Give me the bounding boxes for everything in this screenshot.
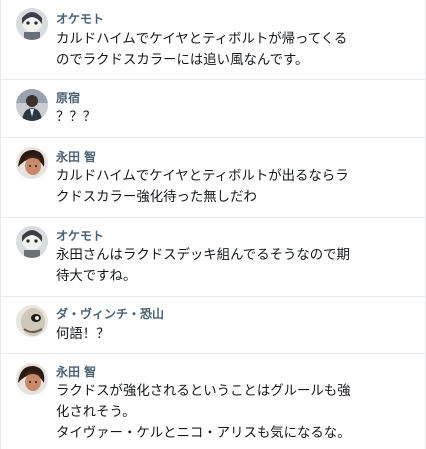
- message-line: カルドハイムでケイヤとティボルトが出るならラ: [56, 169, 349, 184]
- author-name[interactable]: 永田 智: [56, 149, 96, 165]
- comment-item: ダ・ヴィンチ・恐山 何語！？: [1, 297, 425, 354]
- person-suit-avatar-icon: [16, 89, 48, 121]
- avatar[interactable]: [16, 147, 48, 179]
- message-line: 待大ですね。: [56, 269, 137, 284]
- comment-item: オケモト カルドハイムでケイヤとティボルトが帰ってくる のでラクドスカラーには追…: [1, 0, 425, 80]
- author-name[interactable]: 永田 智: [56, 364, 96, 380]
- author-name[interactable]: ダ・ヴィンチ・恐山: [56, 306, 164, 322]
- author-name[interactable]: オケモト: [56, 228, 104, 244]
- dark-haired-person-avatar-icon: [16, 147, 48, 179]
- avatar[interactable]: [16, 363, 48, 395]
- comment-item: 原宿 ？？？: [1, 80, 425, 138]
- comment-item: 永田 智 ラクドスが強化されるということはグルールも強 化されそう。 タイヴァー…: [1, 354, 425, 449]
- avatar[interactable]: [16, 89, 48, 121]
- message-text: カルドハイムでケイヤとティボルトが帰ってくる のでラクドスカラーには追い風なんで…: [56, 29, 417, 71]
- comment-item: 永田 智 カルドハイムでケイヤとティボルトが出るならラ クドスカラー強化待った無…: [1, 138, 425, 218]
- message-line: 永田さんはラクドスデッキ組んでるそうなので期: [56, 248, 350, 263]
- masked-face-avatar-icon: [16, 305, 48, 337]
- avatar[interactable]: [16, 305, 48, 337]
- author-name[interactable]: 原宿: [56, 90, 80, 106]
- message-line: カルドハイムでケイヤとティボルトが帰ってくる: [56, 32, 348, 47]
- message-line: 化されそう。: [56, 405, 136, 420]
- message-text: ラクドスが強化されるということはグルールも強 化されそう。 タイヴァー・ケルとニ…: [56, 381, 417, 444]
- message-line: 何語！？: [56, 327, 110, 342]
- message-text: ？？？: [56, 107, 417, 128]
- message-text: 永田さんはラクドスデッキ組んでるそうなので期 待大ですね。: [56, 245, 417, 287]
- message-line: タイヴァー・ケルとニコ・アリスも気になるな。: [56, 426, 351, 441]
- dark-haired-person-avatar-icon: [16, 363, 48, 395]
- robot-face-avatar-icon: [16, 8, 48, 40]
- message-line: ？？？: [56, 110, 97, 125]
- message-text: カルドハイムでケイヤとティボルトが出るならラ クドスカラー強化待った無しだわ: [56, 166, 417, 208]
- robot-face-avatar-icon: [16, 226, 48, 258]
- avatar[interactable]: [16, 226, 48, 258]
- message-line: のでラクドスカラーには追い風なんです。: [56, 53, 309, 68]
- avatar[interactable]: [16, 8, 48, 40]
- comment-item: オケモト 永田さんはラクドスデッキ組んでるそうなので期 待大ですね。: [1, 218, 425, 297]
- message-line: ラクドスが強化されるということはグルールも強: [56, 384, 351, 399]
- comment-feed: オケモト カルドハイムでケイヤとティボルトが帰ってくる のでラクドスカラーには追…: [0, 0, 426, 449]
- message-line: クドスカラー強化待った無しだわ: [56, 190, 257, 205]
- author-name[interactable]: オケモト: [56, 11, 104, 27]
- message-text: 何語！？: [56, 324, 417, 345]
